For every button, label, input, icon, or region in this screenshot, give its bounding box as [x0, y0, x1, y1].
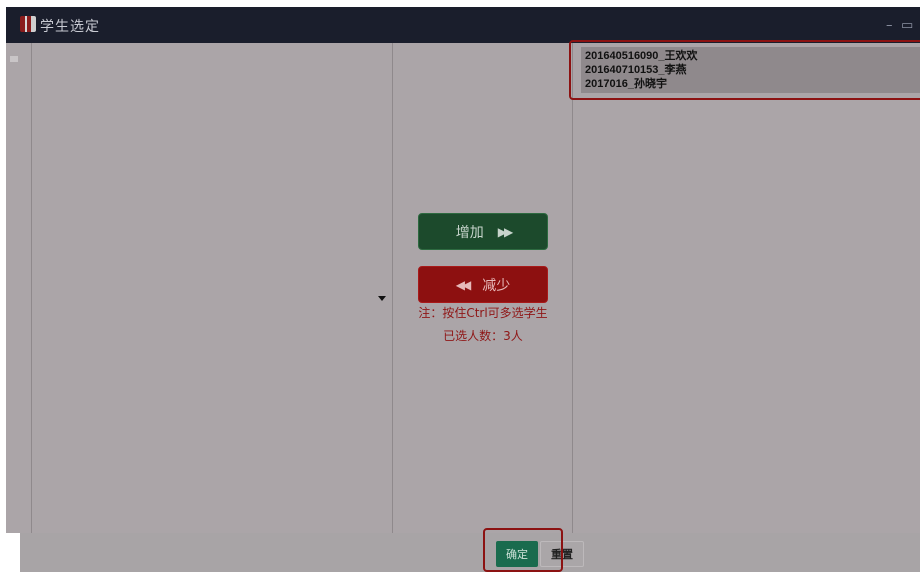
caret-down-icon[interactable] [378, 296, 386, 301]
double-chevron-right-icon: ▶▶ [497, 224, 514, 239]
panel-divider [392, 43, 393, 533]
app-root: 学生选定 – ▭ 增加 ▶▶ ◀◀ 减少 注：按住Ctrl可多选学生 已选人数：… [0, 0, 920, 572]
panel-divider [31, 43, 32, 533]
dialog-titlebar[interactable]: 学生选定 – ▭ [6, 7, 920, 43]
remove-button-label: 减少 [482, 277, 511, 294]
minimize-icon[interactable]: – [886, 19, 893, 32]
double-chevron-left-icon: ◀◀ [455, 277, 472, 292]
footer-edge [6, 533, 20, 572]
add-button[interactable]: 增加 ▶▶ [418, 213, 548, 250]
dialog-footer: 确定 重置 [6, 528, 920, 572]
multi-select-hint: 注：按住Ctrl可多选学生 [418, 306, 548, 320]
selected-list-highlight [569, 40, 920, 100]
app-logo-icon [20, 16, 36, 32]
confirm-button-highlight [483, 528, 563, 572]
dialog-title: 学生选定 [40, 19, 100, 35]
remove-button[interactable]: ◀◀ 减少 [418, 266, 548, 303]
panel-divider [572, 43, 573, 533]
add-button-label: 增加 [455, 224, 484, 241]
scrollbar-stub[interactable] [10, 56, 18, 62]
selected-count: 已选人数：3人 [443, 329, 523, 343]
dialog-body: 增加 ▶▶ ◀◀ 减少 注：按住Ctrl可多选学生 已选人数：3人 201640… [6, 40, 920, 533]
restore-icon[interactable]: ▭ [901, 19, 913, 32]
